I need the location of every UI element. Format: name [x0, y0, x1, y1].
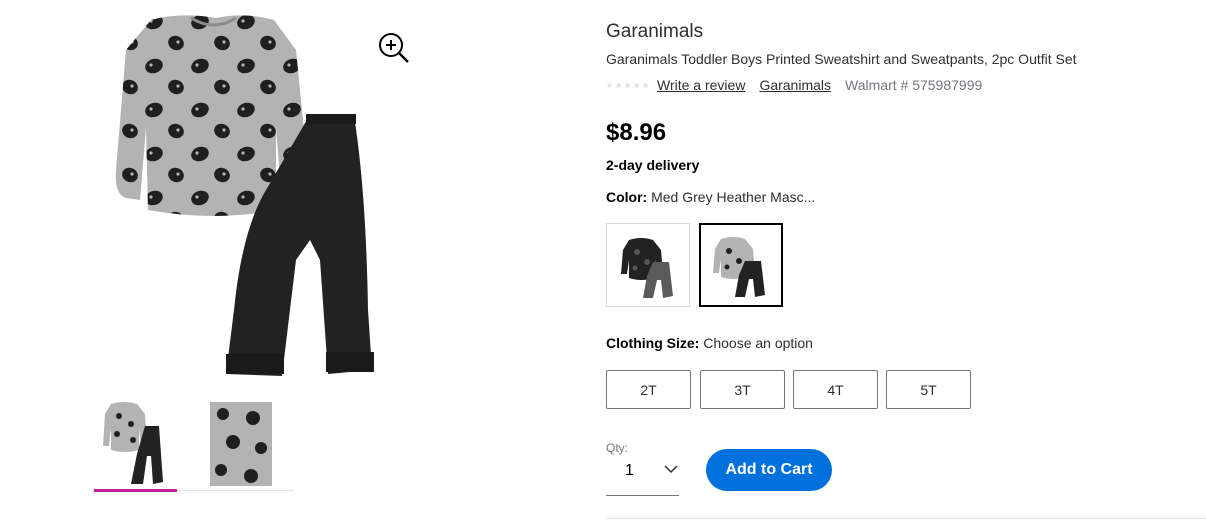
size-label: Clothing Size: Choose an option — [606, 335, 813, 351]
brand-name: Garanimals — [606, 21, 704, 42]
price: $8.96 — [606, 119, 667, 146]
thumbnail-outfit[interactable] — [99, 398, 171, 488]
product-main-image[interactable] — [96, 10, 386, 380]
size-option-3t[interactable]: 3T — [700, 370, 785, 409]
size-label-key: Clothing Size: — [606, 335, 700, 351]
quantity-select[interactable]: 1 — [606, 456, 679, 496]
star-icon: ★ — [606, 80, 614, 90]
size-selected-value: Choose an option — [703, 335, 813, 351]
quantity-underline — [606, 495, 679, 496]
size-option-2t[interactable]: 2T — [606, 370, 691, 409]
walmart-number: Walmart # 575987999 — [845, 77, 983, 93]
size-option-5t[interactable]: 5T — [886, 370, 971, 409]
color-label-key: Color: — [606, 189, 648, 205]
quantity-label: Qty: — [606, 441, 629, 455]
color-selected-value: Med Grey Heather Masc... — [651, 189, 816, 205]
color-swatch-grey[interactable] — [699, 223, 783, 307]
add-to-cart-button[interactable]: Add to Cart — [706, 449, 832, 491]
star-icon: ★ — [615, 80, 623, 90]
section-divider — [606, 518, 1206, 519]
thumbnail-print-detail[interactable] — [205, 398, 277, 488]
color-label: Color: Med Grey Heather Masc... — [606, 189, 815, 205]
delivery-info: 2-day delivery — [606, 157, 700, 173]
product-title: Garanimals Toddler Boys Printed Sweatshi… — [606, 51, 1077, 67]
star-icon: ★ — [633, 80, 641, 90]
star-icon: ★ — [624, 80, 632, 90]
brand-link[interactable]: Garanimals — [759, 77, 831, 93]
chevron-down-icon — [664, 465, 678, 474]
quantity-value: 1 — [625, 462, 634, 479]
write-review-link[interactable]: Write a review — [657, 77, 745, 93]
star-icon: ★ — [642, 80, 650, 90]
zoom-icon[interactable] — [376, 30, 412, 66]
thumbnail-active-indicator — [94, 489, 177, 492]
size-option-4t[interactable]: 4T — [793, 370, 878, 409]
product-meta-row: ★ ★ ★ ★ ★ Write a review Garanimals Walm… — [606, 76, 982, 94]
color-swatch-black[interactable] — [606, 223, 690, 307]
rating-stars: ★ ★ ★ ★ ★ — [606, 80, 650, 90]
